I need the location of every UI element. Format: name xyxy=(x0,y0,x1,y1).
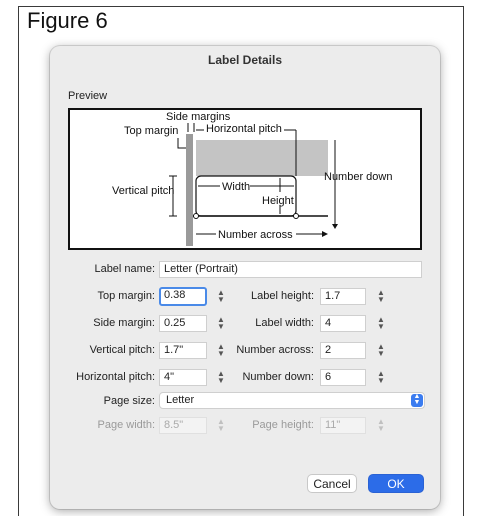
horizontal-pitch-text: Horizontal pitch xyxy=(206,123,282,135)
number-across-field[interactable]: 2 xyxy=(320,342,366,359)
horizontal-pitch-field[interactable]: 4" xyxy=(159,369,207,386)
label-height-label: Label height: xyxy=(251,290,314,302)
horizontal-pitch-label: Horizontal pitch: xyxy=(76,371,155,383)
vertical-pitch-text: Vertical pitch xyxy=(112,185,174,197)
number-down-label: Number down: xyxy=(242,371,314,383)
label-name-field[interactable]: Letter (Portrait) xyxy=(159,261,422,278)
number-across-stepper[interactable]: ▲ ▼ xyxy=(376,343,386,359)
preview-svg: Side margins Top margin Horizontal pitch… xyxy=(112,111,392,246)
number-down-field[interactable]: 6 xyxy=(320,369,366,386)
dialog-title: Label Details xyxy=(207,53,283,67)
label-width-field[interactable]: 4 xyxy=(320,315,366,332)
corner-dot-left xyxy=(193,213,199,219)
label-width-stepper[interactable]: ▲ ▼ xyxy=(376,316,386,332)
number-down-stepper[interactable]: ▲ ▼ xyxy=(376,370,386,386)
top-margin-label: Top margin: xyxy=(97,290,155,302)
number-across-text: Number across xyxy=(218,229,293,241)
vertical-pitch-field[interactable]: 1.7" xyxy=(159,342,207,359)
page-size-select[interactable]: Letter ▲ ▼ xyxy=(159,392,425,409)
number-across-arrowhead xyxy=(322,231,328,237)
height-text: Height xyxy=(262,195,294,207)
page-size-label: Page size: xyxy=(103,395,155,407)
number-down-arrowhead xyxy=(332,224,338,229)
page-width-field: 8.5" xyxy=(159,417,207,434)
number-down-text: Number down xyxy=(324,171,392,183)
page-size-value: Letter xyxy=(166,394,195,406)
label-details-dialog: Label Details Preview Side margins Top m… xyxy=(50,46,440,509)
page-height-field: 11" xyxy=(320,417,366,434)
preview-diagram: Side margins Top margin Horizontal pitch… xyxy=(68,108,422,250)
page-width-stepper: ▲ ▼ xyxy=(217,417,225,433)
horizontal-pitch-stepper[interactable]: ▲ ▼ xyxy=(216,370,226,386)
preview-heading: Preview xyxy=(68,90,108,102)
label-name-label: Label name: xyxy=(94,263,155,275)
ok-button[interactable]: OK xyxy=(368,474,424,493)
cancel-button[interactable]: Cancel xyxy=(307,474,357,493)
top-margin-field[interactable]: 0.38 xyxy=(159,287,207,306)
side-margin-label: Side margin: xyxy=(93,317,155,329)
side-margin-stepper[interactable]: ▲ ▼ xyxy=(216,316,226,332)
label-width-label: Label width: xyxy=(255,317,314,329)
side-margin-field[interactable]: 0.25 xyxy=(159,315,207,332)
top-margin-stepper[interactable]: ▲ ▼ xyxy=(216,289,226,305)
label-height-field[interactable]: 1.7 xyxy=(320,288,366,305)
label-top-left xyxy=(196,140,322,176)
page-width-label: Page width: xyxy=(97,419,155,431)
vertical-pitch-label: Vertical pitch: xyxy=(89,344,155,356)
chevron-updown-icon: ▲ ▼ xyxy=(411,393,423,407)
label-height-stepper[interactable]: ▲ ▼ xyxy=(376,289,386,305)
page-height-stepper: ▲ ▼ xyxy=(377,417,385,433)
side-margins-text: Side margins xyxy=(166,111,231,123)
width-text: Width xyxy=(222,181,250,193)
corner-dot xyxy=(293,213,299,219)
figure-title: Figure 6 xyxy=(27,8,108,33)
number-across-label: Number across: xyxy=(236,344,314,356)
page-edge-strip xyxy=(186,134,193,246)
top-margin-arrow xyxy=(177,138,186,149)
page-height-label: Page height: xyxy=(252,419,314,431)
top-margin-text: Top margin xyxy=(124,125,178,137)
